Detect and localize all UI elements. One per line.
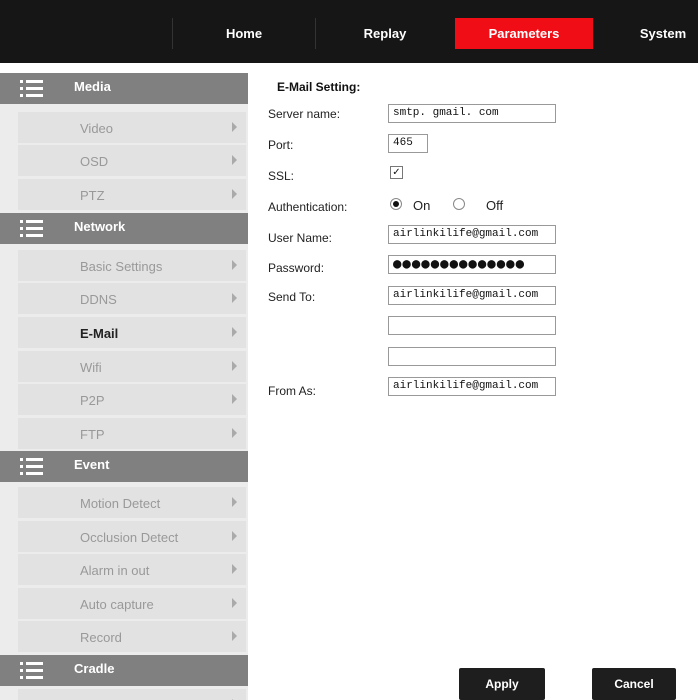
chevron-right-icon [232, 598, 237, 608]
section-cradle[interactable]: Cradle [0, 655, 248, 686]
sidebar-item-label: DDNS [80, 292, 117, 307]
cancel-button[interactable]: Cancel [592, 668, 676, 700]
sidebar-item-label: FTP [80, 427, 105, 442]
chevron-right-icon [232, 531, 237, 541]
page-title: E-Mail Setting: [277, 80, 361, 94]
sidebar-item-p2p[interactable]: P2P [18, 384, 246, 415]
sidebar-item-label: E-Mail [80, 326, 119, 341]
sidebar-item-video[interactable]: Video [18, 112, 246, 143]
server-name-label: Server name: [268, 107, 341, 121]
sidebar-item-label: Record [80, 630, 122, 645]
sidebar-item-motion-detect[interactable]: Motion Detect [18, 487, 246, 518]
chevron-right-icon [232, 361, 237, 371]
section-label: Network [74, 219, 126, 234]
sidebar-item-label: Motion Detect [80, 496, 161, 511]
from-as-label: From As: [268, 384, 317, 398]
chevron-right-icon [232, 631, 237, 641]
chevron-right-icon [232, 260, 237, 270]
chevron-right-icon [232, 564, 237, 574]
sidebar-item-ptz[interactable]: PTZ [18, 179, 246, 210]
sidebar-item-label: Basic Settings [80, 259, 163, 274]
sidebar-item-label: Video [80, 121, 114, 136]
sidebar-item-basic-settings[interactable]: Basic Settings [18, 250, 246, 281]
sidebar-item-email[interactable]: E-Mail [18, 317, 246, 348]
top-navigation-bar: Home Replay Parameters System [0, 0, 698, 63]
sidebar-item-osd[interactable]: OSD [18, 145, 246, 176]
sidebar-item-auto-capture[interactable]: Auto capture [18, 588, 246, 619]
settings-sidebar: Media Video OSD PTZ Network Basic Settin… [0, 73, 248, 700]
sidebar-item-occlusion-detect[interactable]: Occlusion Detect [18, 521, 246, 552]
port-label: Port: [268, 138, 294, 152]
send-to-field-3[interactable] [388, 347, 556, 366]
tab-parameters[interactable]: Parameters [455, 18, 593, 49]
tab-home[interactable]: Home [173, 18, 315, 49]
section-network[interactable]: Network [0, 213, 248, 244]
auth-on-radio[interactable] [390, 198, 402, 210]
auth-off-label: Off [486, 198, 504, 213]
section-label: Media [74, 79, 111, 94]
section-media[interactable]: Media [0, 73, 248, 104]
sidebar-item-label: Occlusion Detect [80, 530, 179, 545]
chevron-right-icon [232, 428, 237, 438]
sidebar-item-label: P2P [80, 393, 105, 408]
sidebar-item-label: Auto capture [80, 597, 154, 612]
section-label: Cradle [74, 661, 115, 676]
sidebar-item-record[interactable]: Record [18, 621, 246, 652]
send-to-label: Send To: [268, 290, 316, 304]
auth-on-label: On [413, 198, 431, 213]
list-icon [20, 220, 44, 238]
port-field[interactable]: 465 [388, 134, 428, 153]
sidebar-item-alarm-in-out[interactable]: Alarm in out [18, 554, 246, 585]
auth-off-radio[interactable] [453, 198, 465, 210]
sidebar-item-label: PTZ [80, 188, 105, 203]
ssl-checkbox[interactable]: ✓ [390, 166, 403, 179]
chevron-right-icon [232, 497, 237, 507]
sidebar-item-label: Wifi [80, 360, 102, 375]
email-settings-panel: E-Mail Setting: Server name: smtp. gmail… [248, 73, 698, 700]
ssl-label: SSL: [268, 169, 295, 183]
tab-replay[interactable]: Replay [316, 18, 454, 49]
chevron-right-icon [232, 122, 237, 132]
section-event[interactable]: Event [0, 451, 248, 482]
sidebar-item-ddns[interactable]: DDNS [18, 283, 246, 314]
list-icon [20, 662, 44, 680]
chevron-right-icon [232, 394, 237, 404]
tab-system[interactable]: System [594, 18, 698, 49]
send-to-field-1[interactable]: airlinkilife@gmail.com [388, 286, 556, 305]
server-name-field[interactable]: smtp. gmail. com [388, 104, 556, 123]
send-to-field-2[interactable] [388, 316, 556, 335]
section-label: Event [74, 457, 110, 472]
chevron-right-icon [232, 327, 237, 337]
sidebar-item-cradle-sub[interactable] [18, 689, 246, 700]
sidebar-item-label: Alarm in out [80, 563, 150, 578]
password-field[interactable]: ●●●●●●●●●●●●●● [388, 255, 556, 274]
chevron-right-icon [232, 189, 237, 199]
username-label: User Name: [268, 231, 333, 245]
sidebar-item-label: OSD [80, 154, 109, 169]
list-icon [20, 458, 44, 476]
password-label: Password: [268, 261, 325, 275]
list-icon [20, 80, 44, 98]
chevron-right-icon [232, 293, 237, 303]
authentication-label: Authentication: [268, 200, 348, 214]
sidebar-item-ftp[interactable]: FTP [18, 418, 246, 449]
chevron-right-icon [232, 155, 237, 165]
apply-button[interactable]: Apply [459, 668, 545, 700]
sidebar-item-wifi[interactable]: Wifi [18, 351, 246, 382]
from-as-field[interactable]: airlinkilife@gmail.com [388, 377, 556, 396]
username-field[interactable]: airlinkilife@gmail.com [388, 225, 556, 244]
